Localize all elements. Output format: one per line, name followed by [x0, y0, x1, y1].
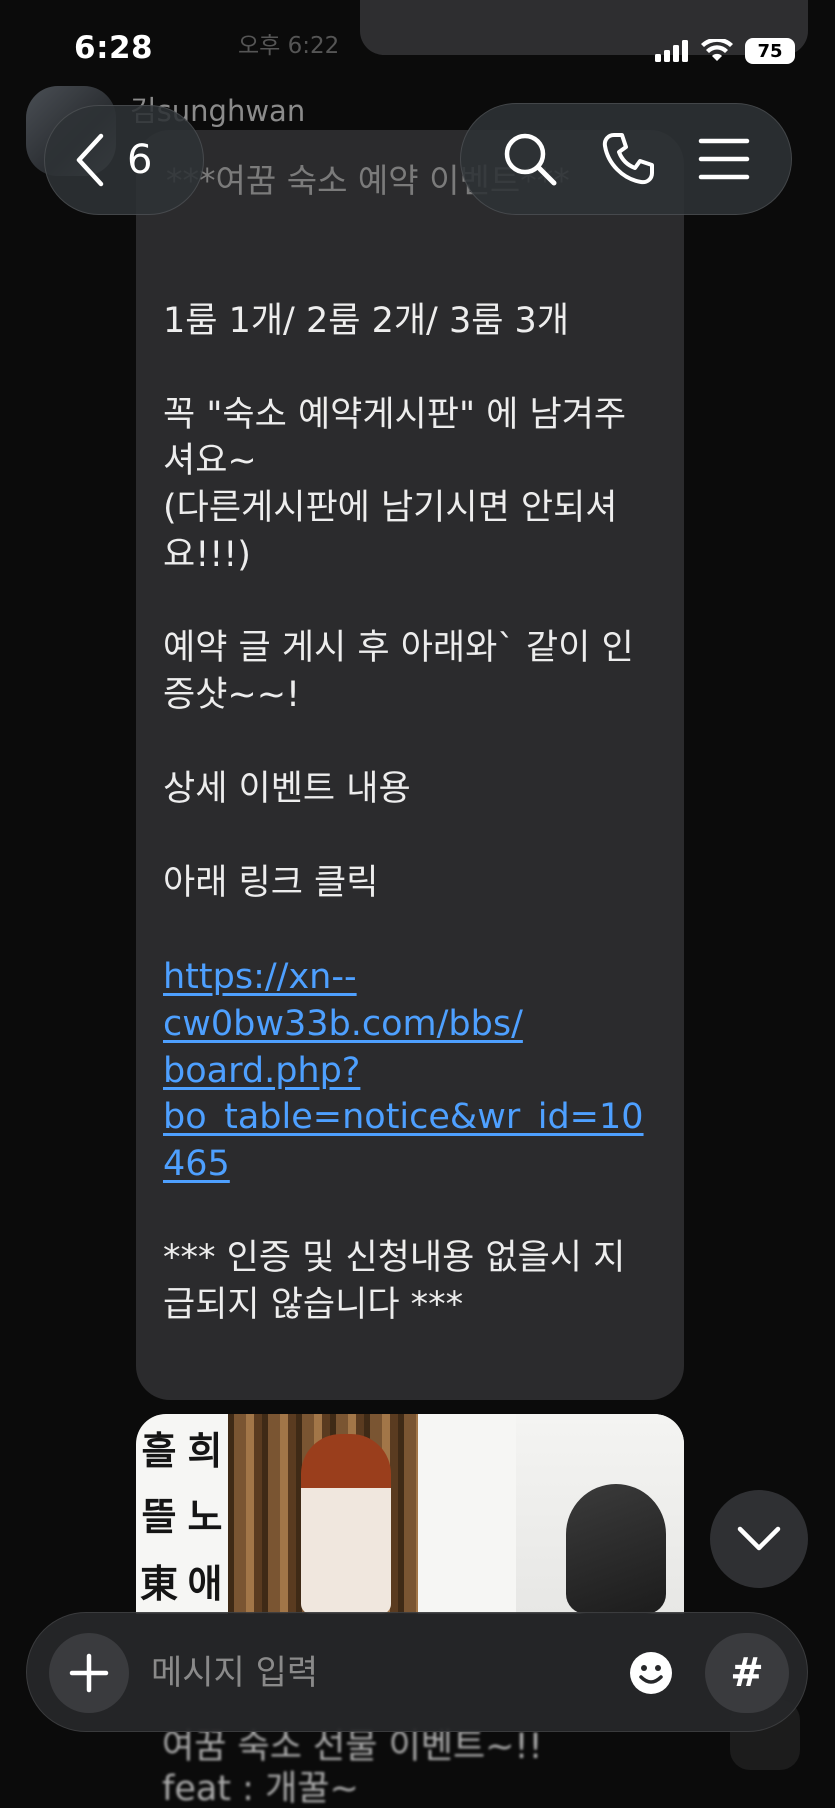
plus-icon — [69, 1653, 109, 1693]
phone-icon[interactable] — [600, 131, 656, 187]
next-message-line: feat : 개꿀~ — [162, 1769, 359, 1808]
search-icon[interactable] — [502, 131, 558, 187]
header-actions — [460, 103, 792, 215]
menu-icon[interactable] — [698, 137, 750, 181]
status-icons: 75 — [655, 38, 795, 64]
message-input[interactable] — [151, 1637, 621, 1709]
message-line: (다른게시판에 남기시면 안되셔 — [163, 488, 618, 528]
message-line: 요!!!) — [163, 535, 251, 575]
emoji-button[interactable] — [621, 1643, 681, 1703]
calligraphy-column-right: 희 노 애 — [182, 1414, 228, 1614]
battery-indicator: 75 — [745, 38, 795, 64]
back-button[interactable]: 6 — [44, 105, 204, 215]
event-link[interactable]: board.php? — [163, 1048, 360, 1094]
calligraphy-char: 흘 — [141, 1427, 177, 1473]
chevron-left-icon — [76, 133, 104, 187]
event-link[interactable]: 465 — [163, 1141, 230, 1187]
calligraphy-char: 東 — [139, 1561, 178, 1607]
message-timestamp: 오후 6:22 — [238, 33, 340, 59]
message-line: 1룸 1개/ 2룸 2개/ 3룸 3개 — [163, 301, 570, 341]
unread-count: 6 — [127, 137, 153, 183]
man-figure — [566, 1484, 666, 1614]
message-line: *** 인증 및 신청내용 없을시 지 — [163, 1238, 626, 1278]
message-line: 상세 이벤트 내용 — [163, 769, 411, 809]
event-link[interactable]: bo_table=notice&wr_id=10 — [163, 1094, 644, 1140]
signal-icon — [655, 40, 688, 62]
attach-button[interactable] — [49, 1633, 129, 1713]
calligraphy-char: 희 — [187, 1427, 223, 1473]
message-input-bar: # — [26, 1612, 808, 1732]
scroll-down-button[interactable] — [710, 1490, 808, 1588]
woman-figure — [301, 1434, 391, 1614]
message-line: 아래 링크 클릭 — [163, 863, 379, 903]
message-line: 꼭 "숙소 예약게시판" 에 남겨주 — [163, 395, 627, 435]
hashtag-button[interactable]: # — [705, 1633, 789, 1713]
image-message[interactable]: 흘 뜰 東 희 노 애 — [136, 1414, 684, 1614]
status-time: 6:28 — [74, 30, 154, 66]
calligraphy-char: 노 — [187, 1494, 223, 1540]
event-link[interactable]: cw0bw33b.com/bbs/ — [163, 1001, 523, 1047]
calligraphy-column-left: 흘 뜰 東 — [136, 1414, 182, 1614]
chevron-down-icon — [737, 1526, 781, 1551]
calligraphy-char: 애 — [187, 1561, 223, 1607]
message-line: 급되지 않습니다 *** — [163, 1285, 464, 1325]
message-line: 예약 글 게시 후 아래와` 같이 인 — [163, 628, 634, 668]
message-line: 셔요~ — [163, 441, 257, 481]
wifi-icon — [701, 39, 733, 61]
event-link[interactable]: https://xn-- — [163, 954, 357, 1000]
emoji-icon — [630, 1652, 672, 1694]
message-line: 증샷~~! — [163, 675, 301, 715]
calligraphy-char: 뜰 — [141, 1494, 177, 1540]
